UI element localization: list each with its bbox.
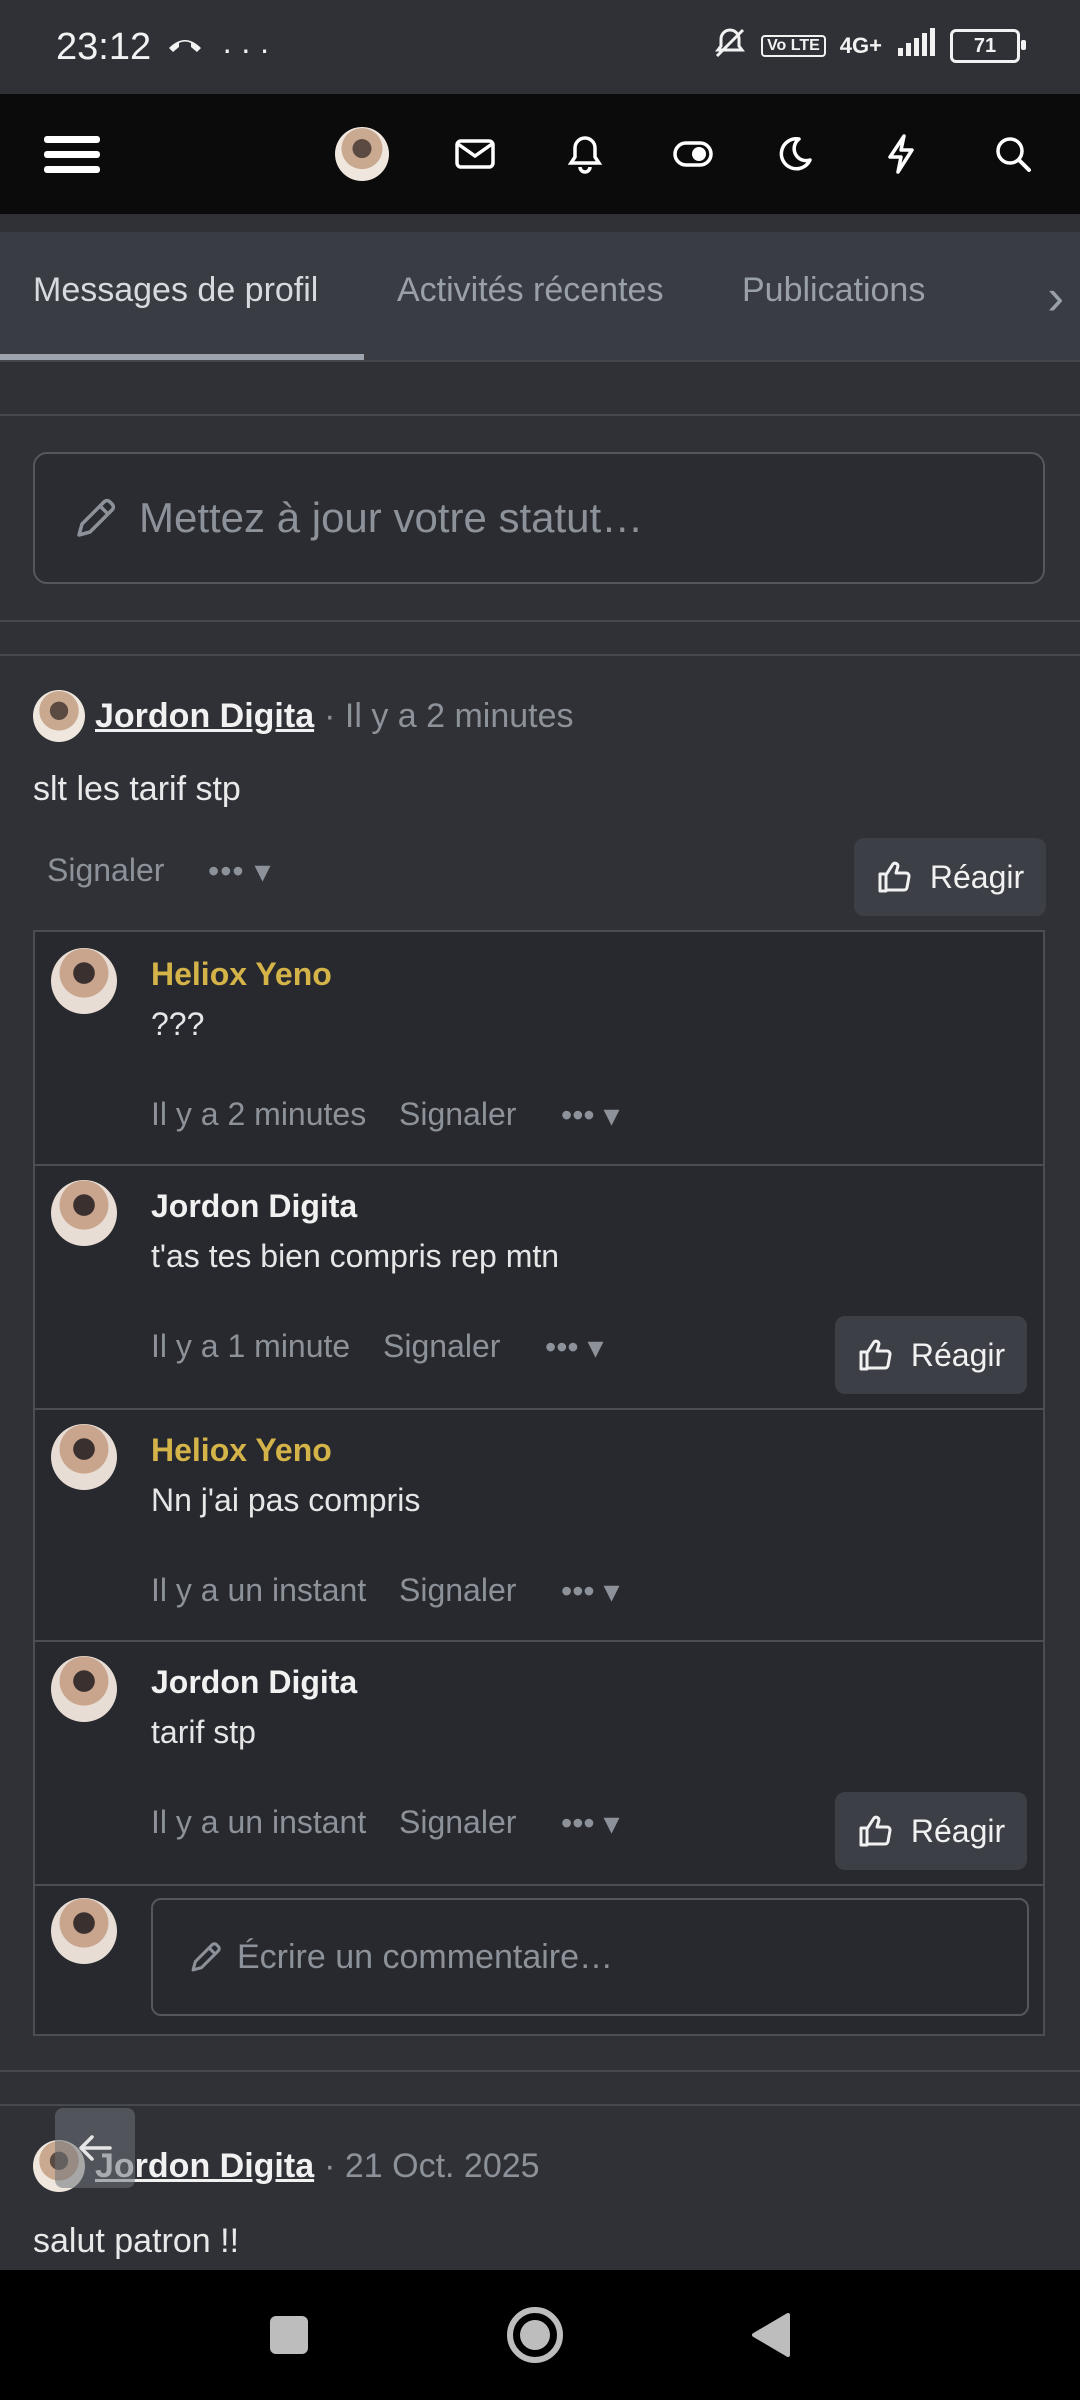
mute-icon xyxy=(713,26,747,66)
more-menu[interactable]: ••• ▾ xyxy=(561,1804,620,1842)
divider xyxy=(0,2104,1080,2106)
more-menu[interactable]: ••• ▾ xyxy=(208,852,272,890)
react-label: Réagir xyxy=(910,1812,1006,1849)
react-button[interactable]: Réagir xyxy=(835,1792,1027,1870)
comment-time[interactable]: Il y a un instant xyxy=(151,1804,366,1841)
report-link[interactable]: Signaler xyxy=(383,1328,500,1365)
more-dots-icon: ••• xyxy=(545,1329,579,1365)
tab-recent-activity[interactable]: Activités récentes xyxy=(397,232,663,360)
avatar xyxy=(51,1898,117,1964)
avatar[interactable] xyxy=(51,1180,117,1246)
more-menu[interactable]: ••• ▾ xyxy=(545,1328,604,1366)
comment-author[interactable]: Jordon Digita xyxy=(151,1188,357,1225)
avatar[interactable] xyxy=(51,948,117,1014)
avatar[interactable] xyxy=(332,94,392,214)
thumbs-up-icon xyxy=(859,1815,892,1847)
comment-text: tarif stp xyxy=(151,1714,256,1750)
thumbs-up-icon xyxy=(878,861,911,893)
comment-item: Jordon Digita t'as tes bien compris rep … xyxy=(35,1164,1043,1410)
profile-tabs: Messages de profil Activités récentes Pu… xyxy=(0,232,1080,362)
comment-author[interactable]: Heliox Yeno xyxy=(151,956,332,993)
comment-text: t'as tes bien compris rep mtn xyxy=(151,1238,560,1274)
divider xyxy=(0,414,1080,416)
react-button[interactable]: Réagir xyxy=(854,838,1046,916)
comment-item: Heliox Yeno ??? Il y a 2 minutes Signale… xyxy=(35,932,1043,1166)
recents-button[interactable] xyxy=(270,2270,308,2400)
tab-publications[interactable]: Publications xyxy=(742,232,925,360)
moon-icon[interactable] xyxy=(770,94,820,214)
comment-author[interactable]: Jordon Digita xyxy=(151,1664,357,1701)
active-tab-indicator xyxy=(0,354,364,360)
comment-item: Jordon Digita tarif stp Il y a un instan… xyxy=(35,1640,1043,1886)
comment-placeholder: Écrire un commentaire… xyxy=(237,1937,614,1976)
search-icon[interactable] xyxy=(988,94,1038,214)
comment-author[interactable]: Heliox Yeno xyxy=(151,1432,332,1469)
react-label: Réagir xyxy=(929,858,1025,895)
call-icon: ··· xyxy=(165,30,278,68)
comments-list: Heliox Yeno ??? Il y a 2 minutes Signale… xyxy=(33,930,1045,2036)
comment-text: Nn j'ai pas compris xyxy=(151,1482,421,1518)
divider xyxy=(0,654,1080,656)
volte-badge: Vo LTE xyxy=(761,35,826,57)
react-label: Réagir xyxy=(910,1336,1006,1373)
post-time[interactable]: · Il y a 2 minutes xyxy=(324,697,573,736)
theme-toggle-icon[interactable] xyxy=(668,94,718,214)
post-time[interactable]: · 21 Oct. 2025 xyxy=(324,2147,539,2186)
signal-icon xyxy=(896,28,936,64)
menu-icon[interactable] xyxy=(44,94,100,214)
bolt-icon[interactable] xyxy=(876,94,926,214)
post-body: salut patron !! xyxy=(33,2222,240,2260)
post-header: Jordon Digita · Il y a 2 minutes xyxy=(33,688,574,744)
bell-icon[interactable] xyxy=(560,94,610,214)
battery-icon: 71 xyxy=(950,29,1026,63)
pencil-icon xyxy=(191,1942,221,1972)
status-more-icon: ··· xyxy=(221,31,278,67)
more-dots-icon: ••• xyxy=(561,1805,595,1841)
comment-time[interactable]: Il y a un instant xyxy=(151,1572,366,1609)
home-button[interactable] xyxy=(500,2270,570,2400)
more-menu[interactable]: ••• ▾ xyxy=(561,1096,620,1134)
more-dots-icon: ••• xyxy=(561,1573,595,1609)
arrow-left-icon xyxy=(79,2135,112,2161)
avatar[interactable] xyxy=(51,1656,117,1722)
report-link[interactable]: Signaler xyxy=(47,852,164,889)
react-button[interactable]: Réagir xyxy=(835,1316,1027,1394)
divider xyxy=(0,2070,1080,2072)
comment-composer: Écrire un commentaire… xyxy=(35,1884,1043,2034)
avatar[interactable] xyxy=(51,1424,117,1490)
report-link[interactable]: Signaler xyxy=(399,1804,516,1841)
tab-profile-messages[interactable]: Messages de profil xyxy=(33,232,318,360)
status-placeholder: Mettez à jour votre statut… xyxy=(139,494,644,541)
pencil-icon xyxy=(77,498,116,537)
more-dots-icon: ••• xyxy=(561,1097,595,1133)
status-update-input[interactable]: Mettez à jour votre statut… xyxy=(33,452,1045,584)
top-nav xyxy=(0,94,1080,214)
report-link[interactable]: Signaler xyxy=(399,1096,516,1133)
back-button[interactable] xyxy=(740,2270,800,2400)
post-body: slt les tarif stp xyxy=(33,770,241,808)
status-time: 23:12 xyxy=(56,26,152,68)
post-author[interactable]: Jordon Digita xyxy=(95,697,314,736)
comment-item: Heliox Yeno Nn j'ai pas compris Il y a u… xyxy=(35,1408,1043,1642)
back-to-previous-button[interactable] xyxy=(55,2108,135,2188)
comment-input[interactable]: Écrire un commentaire… xyxy=(151,1898,1029,2016)
avatar[interactable] xyxy=(33,690,85,742)
thumbs-up-icon xyxy=(859,1339,892,1371)
mail-icon[interactable] xyxy=(450,94,500,214)
comment-time[interactable]: Il y a 1 minute xyxy=(151,1328,350,1365)
comment-time[interactable]: Il y a 2 minutes xyxy=(151,1096,366,1133)
chevron-right-icon[interactable]: › xyxy=(1047,268,1064,326)
comment-text: ??? xyxy=(151,1006,205,1042)
status-bar: 23:12 ··· Vo LTE 4G+ 71 xyxy=(0,0,1080,94)
more-dots-icon: ••• xyxy=(208,853,245,889)
system-nav-bar xyxy=(0,2270,1080,2400)
more-menu[interactable]: ••• ▾ xyxy=(561,1572,620,1610)
network-label: 4G+ xyxy=(839,33,882,58)
divider xyxy=(0,620,1080,622)
report-link[interactable]: Signaler xyxy=(399,1572,516,1609)
